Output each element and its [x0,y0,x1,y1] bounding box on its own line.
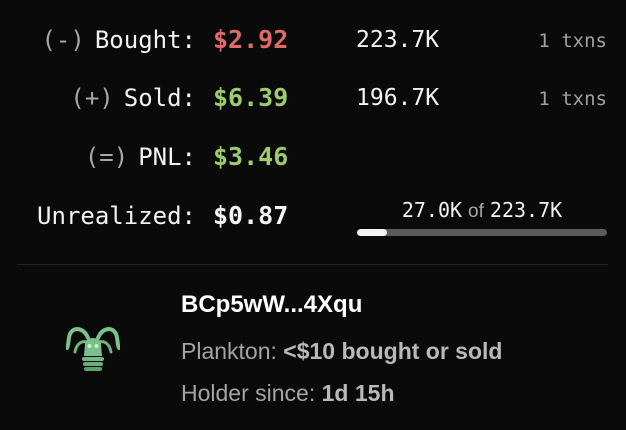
bought-value: $2.92 [213,25,289,54]
holding-progress-bar [357,229,607,236]
sold-sign: (+) [70,84,114,112]
holding-progress-text: 27.0K of 223.7K [357,198,607,224]
pnl-value: $3.46 [213,142,289,171]
pnl-label-text: PNL: [138,143,196,171]
bought-txns[interactable]: 1 txns [538,29,607,53]
unrealized-label: Unrealized: [37,202,196,230]
plankton-icon [65,322,121,374]
holding-progress-fill [357,229,388,236]
bought-sign: (-) [41,26,85,54]
pnl-sign: (=) [84,143,129,171]
pnl-label: (=) PNL: [85,143,196,171]
tier-label: Plankton: [181,338,277,364]
bought-label: (-) Bought: [41,26,196,54]
held-amount: 27.0K [401,198,463,222]
sold-label: (+) Sold: [70,84,196,112]
sold-amount: 196.7K [356,85,440,111]
sold-value: $6.39 [213,83,289,112]
bought-row: (-) Bought: $2.92 223.7K 1 txns [0,20,626,60]
sold-row: (+) Sold: $6.39 196.7K 1 txns [0,78,626,118]
holder-since-value: 1d 15h [321,380,395,406]
tier-description: <$10 bought or sold [283,338,503,364]
holder-card: BCp5wW...4Xqu Plankton: <$10 bought or s… [0,265,626,430]
holder-since-label: Holder since: [181,380,316,406]
tier-line: Plankton: <$10 bought or sold [181,337,502,365]
bought-amount: 223.7K [356,27,440,53]
unrealized-label-text: Unrealized: [37,202,196,230]
unrealized-value: $0.87 [213,201,289,230]
bought-label-text: Bought: [94,26,196,54]
total-amount: 223.7K [489,198,563,222]
holder-since-line: Holder since: 1d 15h [181,379,395,407]
unrealized-row: Unrealized: $0.87 27.0K of 223.7K [0,196,626,236]
trade-stats: (-) Bought: $2.92 223.7K 1 txns (+) Sold: … [0,0,626,264]
wallet-address[interactable]: BCp5wW...4Xqu [181,291,362,319]
pnl-row: (=) PNL: $3.46 [0,137,626,177]
sold-txns[interactable]: 1 txns [538,87,607,111]
sold-label-text: Sold: [123,84,196,112]
plankton-icon-svg [65,327,121,371]
held-of-label: of [468,201,484,222]
